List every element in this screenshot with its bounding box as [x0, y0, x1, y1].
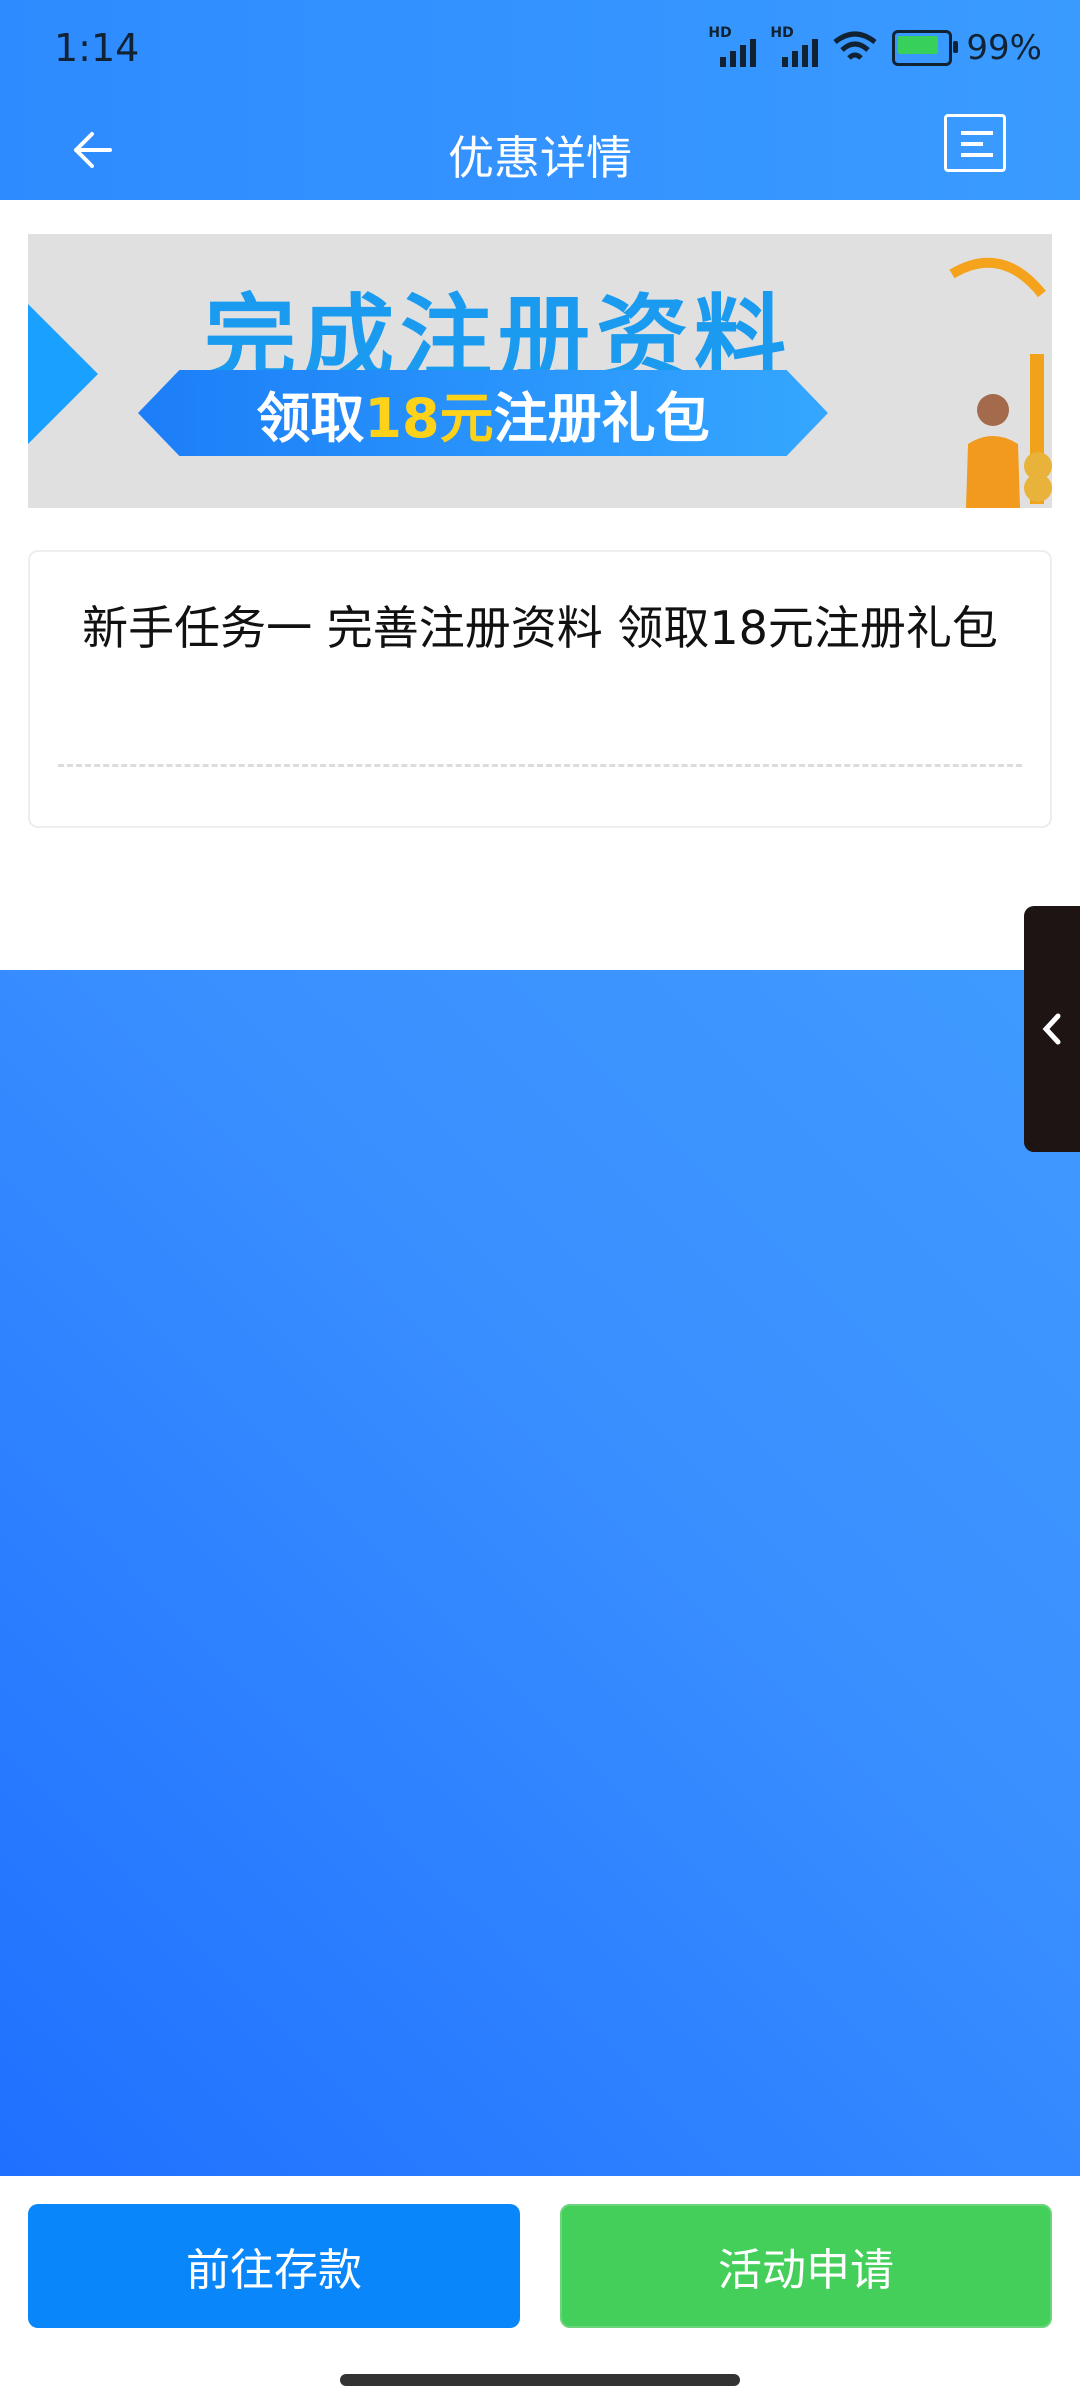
banner-arrow-graphic [28, 304, 98, 444]
status-bar: 1:14 HD HD 99% [0, 0, 1080, 100]
ribbon-prefix: 领取 [256, 386, 365, 450]
status-time: 1:14 [54, 26, 140, 70]
promo-banner: 完成注册资料 领取 18元 注册礼包 [28, 234, 1052, 508]
side-drawer-tab[interactable] [1024, 906, 1080, 1152]
status-icons: HD HD 99% [708, 25, 1042, 70]
banner-ribbon: 领取 18元 注册礼包 [138, 370, 828, 456]
promotion-content-area [0, 970, 1080, 2176]
page-title: 优惠详情 [448, 131, 632, 185]
menu-icon-line [961, 131, 993, 135]
top-header: 1:14 HD HD 99% 优惠详情 [0, 0, 1080, 200]
promotion-title: 新手任务一 完善注册资料 领取18元注册礼包 [82, 601, 998, 655]
ribbon-suffix: 注册礼包 [493, 386, 710, 450]
dashed-divider [58, 764, 1022, 767]
menu-button[interactable] [944, 114, 1006, 172]
deposit-button[interactable]: 前往存款 [28, 2204, 520, 2328]
wifi-icon [833, 31, 877, 60]
player-image [966, 394, 1020, 508]
apply-activity-button[interactable]: 活动申请 [560, 2204, 1052, 2328]
nav-bar: 优惠详情 [0, 100, 1080, 200]
menu-icon-line [961, 142, 983, 146]
home-indicator[interactable] [340, 2374, 740, 2386]
chevron-left-icon [1042, 1013, 1061, 1045]
bottom-action-bar: 前往存款 活动申请 [0, 2176, 1080, 2400]
signal-icon-2: HD [770, 25, 819, 67]
battery-icon [892, 30, 959, 66]
battery-percent: 99% [966, 28, 1042, 68]
signal-icon: HD [708, 25, 757, 67]
menu-icon-line [961, 153, 993, 157]
promotion-card: 新手任务一 完善注册资料 领取18元注册礼包 [28, 550, 1052, 828]
ribbon-amount: 18元 [364, 386, 494, 450]
